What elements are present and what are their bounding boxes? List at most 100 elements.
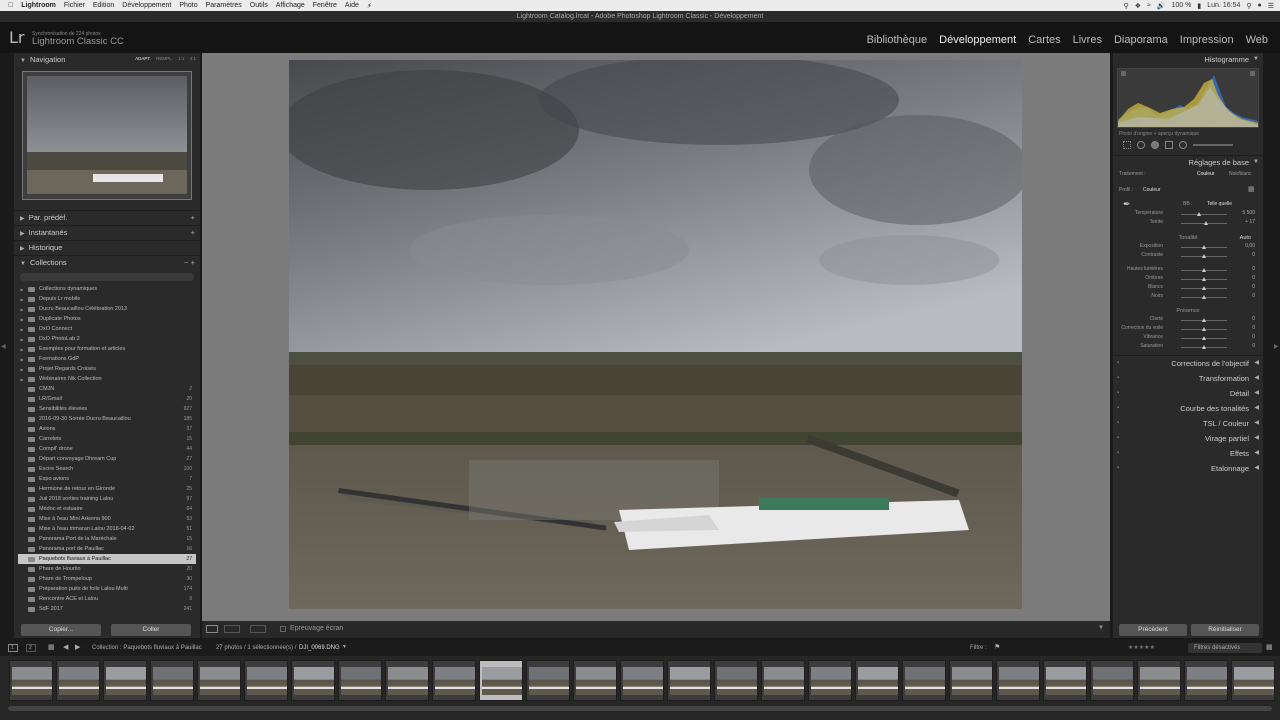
collection-item[interactable]: Juil 2018 sorties training Lalou 97	[18, 494, 196, 504]
expand-icon[interactable]: ▶	[18, 367, 26, 372]
left-panel-toggle[interactable]: ◀	[0, 53, 7, 638]
snapshots-header[interactable]: ▶ Instantanés +	[14, 226, 200, 240]
filmstrip-thumbnail[interactable]	[432, 660, 476, 701]
battery-text[interactable]: 100 %	[1172, 2, 1192, 9]
collection-set[interactable]: ▶ Projet Regards Croisés	[18, 364, 196, 374]
collection-set[interactable]: ▶ Duplicate Photos	[18, 314, 196, 324]
slider-value[interactable]: + 17	[1245, 219, 1255, 225]
history-header[interactable]: ▶ Historique	[14, 241, 200, 255]
script-icon[interactable]: ⚡	[367, 2, 372, 10]
expand-icon[interactable]: ▶	[18, 337, 26, 342]
slider-value[interactable]: 0	[1252, 343, 1255, 349]
slider-knob[interactable]	[1202, 295, 1206, 299]
wb-select[interactable]: Telle quelle	[1207, 201, 1232, 207]
slider-knob[interactable]	[1202, 286, 1206, 290]
loupe-view-button[interactable]	[206, 625, 218, 633]
menu-view[interactable]: Affichage	[276, 2, 305, 9]
collection-item[interactable]: Carrelets 15	[18, 434, 196, 444]
right-panel-toggle[interactable]: ▶	[1273, 53, 1280, 638]
panel-switch-icon[interactable]: ▪	[1117, 416, 1119, 431]
collection-item[interactable]: Mise à l'eau Mini Arkema 900 53	[18, 514, 196, 524]
volume-icon[interactable]: 🔊	[1157, 2, 1166, 10]
filmstrip-thumbnail[interactable]	[996, 660, 1040, 701]
module-slideshow[interactable]: Diaporama	[1114, 34, 1168, 46]
filmstrip-thumbnail[interactable]	[244, 660, 288, 701]
histogram-header[interactable]: Histogramme ▼	[1113, 53, 1263, 66]
add-snapshot-icon[interactable]: +	[191, 226, 195, 240]
collection-item[interactable]: Avions 37	[18, 424, 196, 434]
collection-set[interactable]: ▶ DxO PhotoLab 2	[18, 334, 196, 344]
panel-header[interactable]: ▪ Corrections de l'objectif ◀	[1113, 356, 1263, 371]
expand-icon[interactable]: ▶	[18, 297, 26, 302]
wifi-icon[interactable]: ≈	[1147, 2, 1151, 9]
slider-knob[interactable]	[1202, 268, 1206, 272]
search-icon[interactable]: ⚲	[1124, 2, 1129, 10]
filmstrip-thumbnail[interactable]	[526, 660, 570, 701]
slider-knob[interactable]	[1202, 336, 1206, 340]
expand-icon[interactable]: ▶	[18, 347, 26, 352]
collection-item[interactable]: LR/Gmail 20	[18, 394, 196, 404]
panel-header[interactable]: ▪ Effets ◀	[1113, 446, 1263, 461]
red-eye-tool-icon[interactable]	[1151, 141, 1159, 149]
filmstrip-thumbnail[interactable]	[385, 660, 429, 701]
filmstrip-thumbnail[interactable]	[949, 660, 993, 701]
collection-item[interactable]: Paquebots fluviaux à Pauillac 27	[18, 554, 196, 564]
module-print[interactable]: Impression	[1180, 34, 1234, 46]
reset-button[interactable]: Réinitialiser	[1191, 624, 1259, 636]
module-develop[interactable]: Développement	[939, 34, 1016, 46]
slider-value[interactable]: 0,00	[1245, 243, 1255, 249]
filters-off-select[interactable]: Filtres désactivés	[1188, 643, 1262, 653]
presets-header[interactable]: ▶ Par. prédéf. +	[14, 211, 200, 225]
filmstrip-thumbnail[interactable]	[9, 660, 53, 701]
page1-button[interactable]: 1	[8, 644, 18, 652]
filmstrip-thumbnail[interactable]	[573, 660, 617, 701]
collection-set[interactable]: ▶ Exemples pour formation et articles	[18, 344, 196, 354]
add-preset-icon[interactable]: +	[191, 211, 195, 225]
collection-item[interactable]: Expo avions 7	[18, 474, 196, 484]
slider-knob[interactable]	[1202, 254, 1206, 258]
slider-track[interactable]	[1181, 214, 1227, 215]
panel-header[interactable]: ▪ Détail ◀	[1113, 386, 1263, 401]
filmstrip-thumbnail[interactable]	[1231, 660, 1275, 701]
slider-knob[interactable]	[1202, 345, 1206, 349]
filmstrip-thumbnail[interactable]	[620, 660, 664, 701]
panel-switch-icon[interactable]: ▪	[1117, 401, 1119, 416]
slider-value[interactable]: 0	[1252, 252, 1255, 258]
forward-arrow-icon[interactable]: ▶	[75, 643, 80, 651]
app-menu[interactable]: Lightroom	[21, 2, 56, 9]
before-after-button[interactable]	[224, 625, 240, 633]
filmstrip-scrollbar[interactable]	[8, 706, 1272, 711]
panel-switch-icon[interactable]: ▪	[1117, 386, 1119, 401]
slider-value[interactable]: 5 500	[1242, 210, 1255, 216]
filmstrip-thumbnail[interactable]	[714, 660, 758, 701]
panel-header[interactable]: ▪ Etalonnage ◀	[1113, 461, 1263, 476]
collection-item[interactable]: Préparation puits de foils Lalou Multi 17…	[18, 584, 196, 594]
spotlight-icon[interactable]: ⚲	[1246, 2, 1251, 10]
filmstrip-thumbnail[interactable]	[197, 660, 241, 701]
paste-button[interactable]: Coller	[111, 624, 191, 636]
module-web[interactable]: Web	[1246, 34, 1268, 46]
menu-help[interactable]: Aide	[345, 2, 359, 9]
collection-item[interactable]: SdF 2017 241	[18, 604, 196, 614]
slider-value[interactable]: 0	[1252, 266, 1255, 272]
graduated-filter-icon[interactable]	[1165, 141, 1173, 149]
slider-knob[interactable]	[1197, 212, 1202, 216]
filmstrip-thumbnail[interactable]	[1184, 660, 1228, 701]
expand-icon[interactable]: ▶	[18, 357, 26, 362]
collection-item[interactable]: Panorama port de Pauillac 16	[18, 544, 196, 554]
clock[interactable]: Lun. 16:54	[1207, 2, 1240, 9]
filmstrip-filename[interactable]: DJI_0069.DNG	[299, 645, 340, 651]
slider-knob[interactable]	[1202, 327, 1206, 331]
panel-switch-icon[interactable]: ▪	[1117, 461, 1119, 476]
panel-switch-icon[interactable]: ▪	[1117, 371, 1119, 386]
filter-lock-icon[interactable]: ▦	[1266, 643, 1273, 651]
spot-removal-tool-icon[interactable]	[1137, 141, 1145, 149]
profile-browser-icon[interactable]: ▦	[1248, 185, 1255, 193]
expand-icon[interactable]: ▶	[18, 377, 26, 382]
collection-item[interactable]: Mise à l'eau trimaran Lalou 2018-04-02 51	[18, 524, 196, 534]
menu-file[interactable]: Fichier	[64, 2, 85, 9]
panel-header[interactable]: ▪ Virage partiel ◀	[1113, 431, 1263, 446]
collection-item[interactable]: Sensibilités élevées 927	[18, 404, 196, 414]
filmstrip-thumbnail[interactable]	[1137, 660, 1181, 701]
panel-header[interactable]: ▪ Courbe des tonalités ◀	[1113, 401, 1263, 416]
